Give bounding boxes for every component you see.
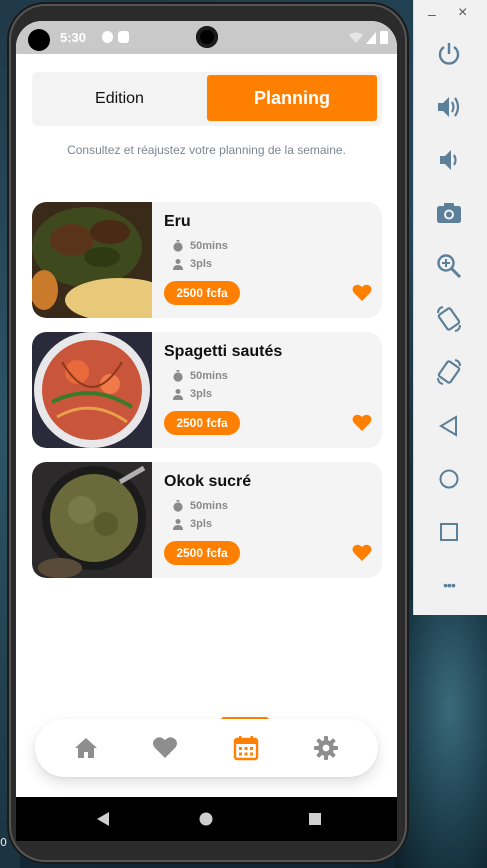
gear-icon[interactable] — [313, 735, 339, 761]
system-navigation-bar — [16, 797, 397, 841]
recipe-card[interactable]: Okok sucré 50mins 3pls 2500 fcfa — [32, 462, 382, 578]
minimize-button[interactable]: – — [428, 6, 436, 22]
rotate-left-icon[interactable] — [434, 304, 464, 334]
recipe-image-eru — [32, 202, 152, 318]
person-icon — [173, 389, 183, 400]
mode-toggle: Edition Planning — [32, 72, 382, 126]
recipe-name: Okok sucré — [164, 473, 252, 490]
emulator-toolbar: – × ••• — [413, 0, 487, 615]
recipe-servings: 3pls — [172, 258, 212, 270]
back-icon[interactable] — [434, 411, 464, 441]
person-icon — [173, 519, 183, 530]
system-overview-icon[interactable] — [308, 812, 322, 826]
heart-icon[interactable] — [152, 735, 178, 761]
notification-icon — [102, 31, 113, 43]
page-subtitle: Consultez et réajustez votre planning de… — [67, 143, 346, 157]
recipe-duration: 50mins — [172, 500, 228, 512]
home-icon[interactable] — [434, 464, 464, 494]
power-icon[interactable] — [434, 39, 464, 69]
recipe-name: Spagetti sautés — [164, 343, 283, 360]
close-button[interactable]: × — [458, 4, 467, 22]
app-screen: 5:30 Edition Planning Consultez et réaju… — [16, 21, 397, 841]
overview-icon[interactable] — [434, 517, 464, 547]
recipe-servings-text: 3pls — [190, 518, 213, 530]
recipe-servings: 3pls — [172, 388, 212, 400]
recipe-duration-text: 50mins — [190, 500, 228, 512]
system-home-icon[interactable] — [199, 812, 213, 826]
background-rock — [395, 600, 487, 868]
recipe-duration-text: 50mins — [190, 370, 228, 382]
price-badge: 2500 fcfa — [164, 281, 240, 305]
status-time: 5:30 — [60, 30, 87, 45]
timer-icon — [173, 500, 183, 512]
volume-down-icon[interactable] — [434, 145, 464, 175]
recipe-image-spagetti — [32, 332, 152, 448]
tab-edition[interactable]: Edition — [32, 72, 207, 126]
price-badge: 2500 fcfa — [164, 541, 240, 565]
sd-card-icon — [118, 31, 129, 43]
calendar-icon[interactable] — [233, 735, 259, 761]
status-bar: 5:30 — [16, 21, 397, 54]
system-back-icon[interactable] — [96, 812, 110, 826]
camera-icon[interactable] — [434, 198, 464, 228]
price-badge: 2500 fcfa — [164, 411, 240, 435]
battery-icon — [380, 31, 388, 44]
bottom-navigation — [35, 719, 378, 777]
recipe-servings-text: 3pls — [190, 258, 213, 270]
recipe-duration: 50mins — [172, 240, 228, 252]
phone-frame: 5:30 Edition Planning Consultez et réaju… — [9, 4, 407, 862]
timer-icon — [173, 240, 183, 252]
timer-icon — [173, 370, 183, 382]
favorite-heart-icon[interactable] — [352, 414, 372, 432]
recipe-card[interactable]: Eru 50mins 3pls 2500 fcfa — [32, 202, 382, 318]
volume-up-icon[interactable] — [434, 92, 464, 122]
recipe-servings: 3pls — [172, 518, 212, 530]
more-icon[interactable]: ••• — [434, 570, 464, 600]
center-camera-cutout — [196, 26, 218, 48]
rotate-right-icon[interactable] — [434, 357, 464, 387]
recipe-duration: 50mins — [172, 370, 228, 382]
front-camera-cutout — [28, 29, 50, 51]
favorite-heart-icon[interactable] — [352, 544, 372, 562]
background-edge-text: 0 — [0, 836, 7, 849]
recipe-name: Eru — [164, 213, 191, 230]
wifi-icon — [349, 32, 363, 43]
recipe-image-okok — [32, 462, 152, 578]
recipe-card[interactable]: Spagetti sautés 50mins 3pls 2500 fcfa — [32, 332, 382, 448]
recipe-servings-text: 3pls — [190, 388, 213, 400]
signal-icon — [366, 32, 376, 44]
person-icon — [173, 259, 183, 270]
tab-planning[interactable]: Planning — [207, 75, 377, 121]
home-icon[interactable] — [73, 735, 99, 761]
recipe-duration-text: 50mins — [190, 240, 228, 252]
favorite-heart-icon[interactable] — [352, 284, 372, 302]
zoom-icon[interactable] — [434, 251, 464, 281]
